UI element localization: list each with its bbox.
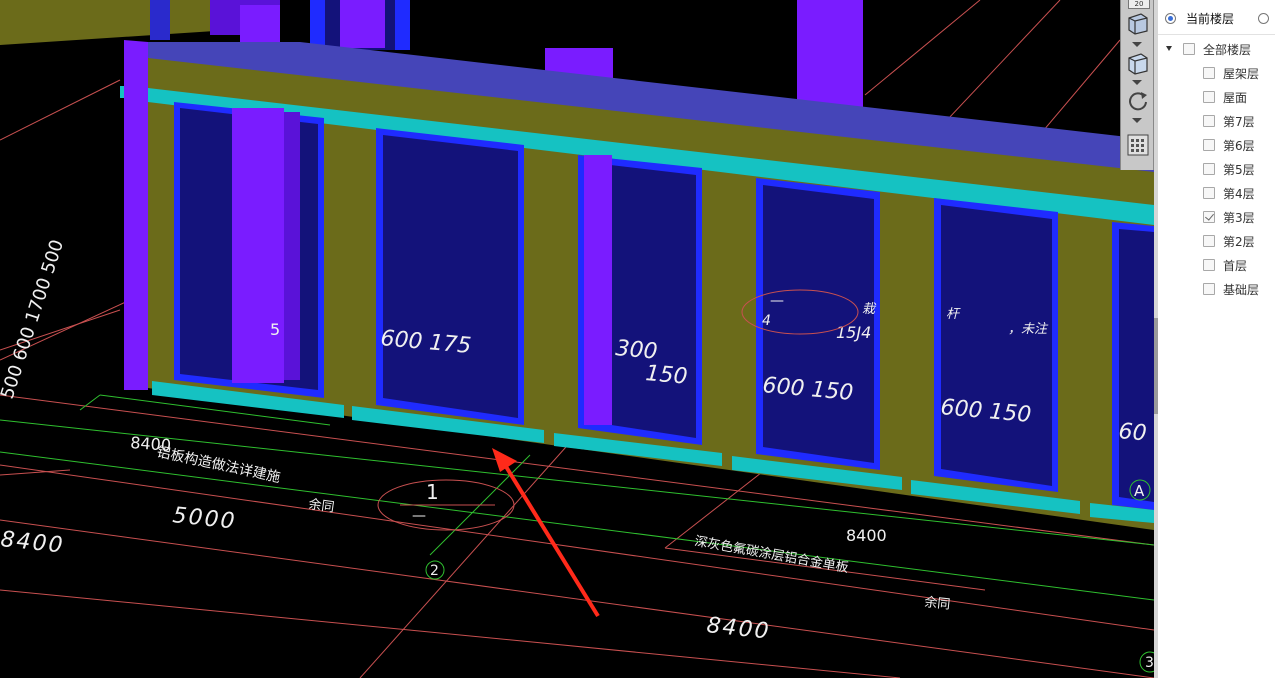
right-same: 余同 bbox=[924, 594, 952, 613]
floor-panel: 当前楼层 全部楼层屋架层屋面第7层第6层第5层第4层第3层第2层首层基础层 bbox=[1158, 0, 1275, 678]
rotate-icon[interactable] bbox=[1124, 88, 1152, 114]
floor-checkbox[interactable] bbox=[1203, 67, 1215, 79]
floor-mode-bar: 当前楼层 bbox=[1158, 0, 1275, 35]
dim-bay: 5000 bbox=[171, 503, 237, 535]
floor-tree-item[interactable]: 全部楼层 bbox=[1158, 38, 1275, 60]
floor-label: 第5层 bbox=[1223, 163, 1255, 177]
floor-label: 第4层 bbox=[1223, 187, 1255, 201]
floor-label: 第2层 bbox=[1223, 235, 1255, 249]
floor-tree-item[interactable]: 首层 bbox=[1158, 254, 1275, 276]
cube-view-icon[interactable] bbox=[1124, 10, 1152, 36]
view-toolbar: 20 bbox=[1120, 0, 1154, 170]
zoom-label: 20 bbox=[1128, 0, 1150, 9]
curtain-wall[interactable] bbox=[120, 40, 1154, 530]
floor-checkbox[interactable] bbox=[1203, 259, 1215, 271]
radio-current-floor[interactable] bbox=[1165, 13, 1176, 24]
expand-icon[interactable] bbox=[1166, 46, 1172, 51]
radio-all-floors[interactable] bbox=[1258, 13, 1269, 24]
floor-label: 第6层 bbox=[1223, 139, 1255, 153]
frag-c: 栽 bbox=[862, 302, 877, 317]
floor-tree-item[interactable]: 第7层 bbox=[1158, 110, 1275, 132]
floor-tree-item[interactable]: 第6层 bbox=[1158, 134, 1275, 156]
label-current-floor: 当前楼层 bbox=[1186, 12, 1235, 26]
floor-label: 基础层 bbox=[1223, 283, 1260, 297]
floor-label: 第7层 bbox=[1223, 115, 1255, 129]
floor-checkbox[interactable] bbox=[1203, 187, 1215, 199]
floor-checkbox[interactable] bbox=[1203, 115, 1215, 127]
chevron-down-icon[interactable] bbox=[1132, 80, 1142, 85]
floor-checkbox[interactable] bbox=[1203, 283, 1215, 295]
floor-tree-item[interactable]: 屋架层 bbox=[1158, 62, 1275, 84]
floor-label: 屋面 bbox=[1223, 91, 1248, 105]
floor-label: 首层 bbox=[1223, 259, 1248, 273]
svg-text:—: — bbox=[770, 293, 784, 309]
floor-checkbox[interactable] bbox=[1183, 43, 1195, 55]
dim-left-bottom: 8400 bbox=[0, 527, 66, 559]
chevron-down-icon[interactable] bbox=[1132, 118, 1142, 123]
floor-label: 第3层 bbox=[1223, 211, 1255, 225]
window-dim-2: 300 bbox=[614, 336, 658, 365]
floor-tree-item[interactable]: 基础层 bbox=[1158, 278, 1275, 300]
floor-checkbox[interactable] bbox=[1203, 139, 1215, 151]
floor-checkbox[interactable] bbox=[1203, 211, 1215, 223]
detail-num: 4 bbox=[762, 313, 771, 329]
svg-text:—: — bbox=[412, 508, 426, 524]
floor-tree-item[interactable]: 屋面 bbox=[1158, 86, 1275, 108]
chevron-down-icon[interactable] bbox=[1132, 42, 1142, 47]
left-same: 余同 bbox=[307, 496, 335, 515]
dynamic-observe-icon[interactable] bbox=[1124, 132, 1152, 158]
cube-wire-icon[interactable] bbox=[1124, 50, 1152, 76]
grid-bubble-a: A bbox=[1134, 482, 1145, 500]
floor-label: 全部楼层 bbox=[1203, 43, 1252, 57]
left-detail-1: 5 bbox=[270, 320, 280, 339]
floor-tree-item[interactable]: 第3层 bbox=[1158, 206, 1275, 228]
floor-tree-item[interactable]: 第5层 bbox=[1158, 158, 1275, 180]
floor-tree-item[interactable]: 第2层 bbox=[1158, 230, 1275, 252]
dim-bottom: 8400 bbox=[705, 613, 771, 645]
floor-tree-item[interactable]: 第4层 bbox=[1158, 182, 1275, 204]
highlight-arrow bbox=[492, 448, 600, 618]
detail-ref: 15J4 bbox=[836, 323, 871, 342]
frag-a: 杆 bbox=[946, 307, 961, 322]
floor-checkbox[interactable] bbox=[1203, 91, 1215, 103]
3d-viewport[interactable]: 8400 500 600 1700 500 8400 5000 8400 840… bbox=[0, 0, 1154, 678]
window-dim-6: 60 bbox=[1117, 419, 1147, 446]
floor-checkbox[interactable] bbox=[1203, 235, 1215, 247]
floor-label: 屋架层 bbox=[1223, 67, 1260, 81]
dim-left-vertical: 500 600 1700 500 bbox=[0, 237, 68, 401]
grid-bubble-1: 1 bbox=[426, 480, 439, 504]
floor-checkbox[interactable] bbox=[1203, 163, 1215, 175]
grid-bubble-2: 2 bbox=[430, 563, 439, 579]
window-dim-3: 150 bbox=[644, 361, 688, 390]
dim-right-top: 8400 bbox=[846, 526, 887, 545]
frag-b: ，未注 bbox=[1008, 322, 1049, 337]
grid-bubble-3: 3 bbox=[1145, 655, 1154, 671]
